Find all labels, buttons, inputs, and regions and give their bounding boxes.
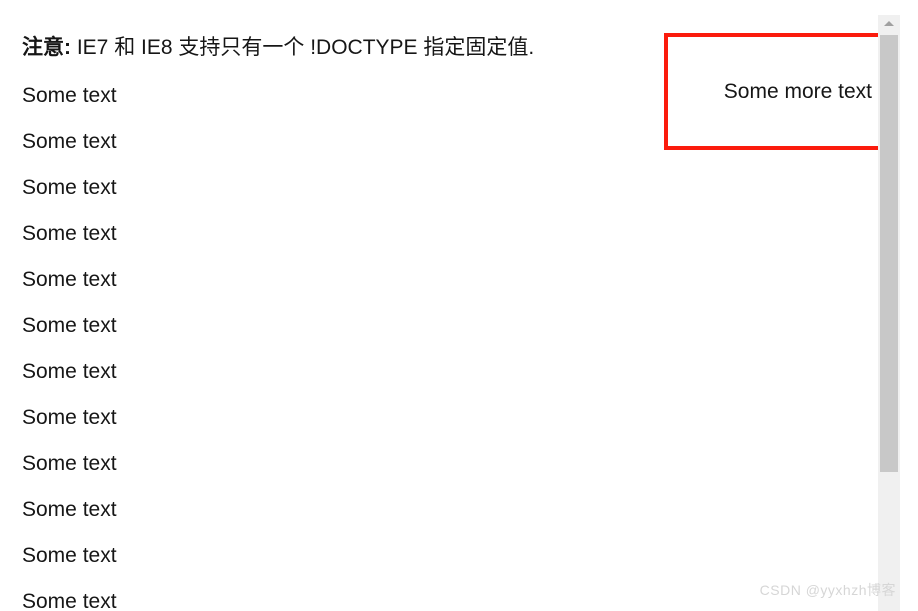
page-viewport: Some more text 注意: IE7 和 IE8 支持只有一个 !DOC… xyxy=(0,0,878,611)
scrollbar-up-button[interactable] xyxy=(878,15,900,32)
floated-red-box: Some more text xyxy=(664,33,878,150)
note-body-text: IE7 和 IE8 支持只有一个 !DOCTYPE 指定固定值. xyxy=(71,36,535,59)
vertical-scrollbar[interactable] xyxy=(878,15,900,611)
float-box-text: Some more text xyxy=(723,79,872,103)
text-line: Some text xyxy=(22,84,117,107)
chevron-up-icon xyxy=(884,21,894,26)
watermark: CSDN @yyxhzh博客 xyxy=(759,582,896,598)
text-line: Some text xyxy=(22,406,117,429)
text-line: Some text xyxy=(22,130,117,153)
text-line: Some text xyxy=(22,452,117,475)
text-line: Some text xyxy=(22,314,117,337)
text-line: Some text xyxy=(22,268,117,291)
note-heading: 注意: IE7 和 IE8 支持只有一个 !DOCTYPE 指定固定值. xyxy=(22,36,534,60)
text-line: Some text xyxy=(22,544,117,567)
text-line: Some text xyxy=(22,498,117,521)
text-line: Some text xyxy=(22,222,117,245)
text-line: Some text xyxy=(22,360,117,383)
scrollbar-thumb[interactable] xyxy=(880,35,898,472)
note-lead-label: 注意: xyxy=(22,36,71,59)
text-line: Some text xyxy=(22,590,117,611)
text-line-list: Some text Some text Some text Some text … xyxy=(22,84,662,611)
text-line: Some text xyxy=(22,176,117,199)
